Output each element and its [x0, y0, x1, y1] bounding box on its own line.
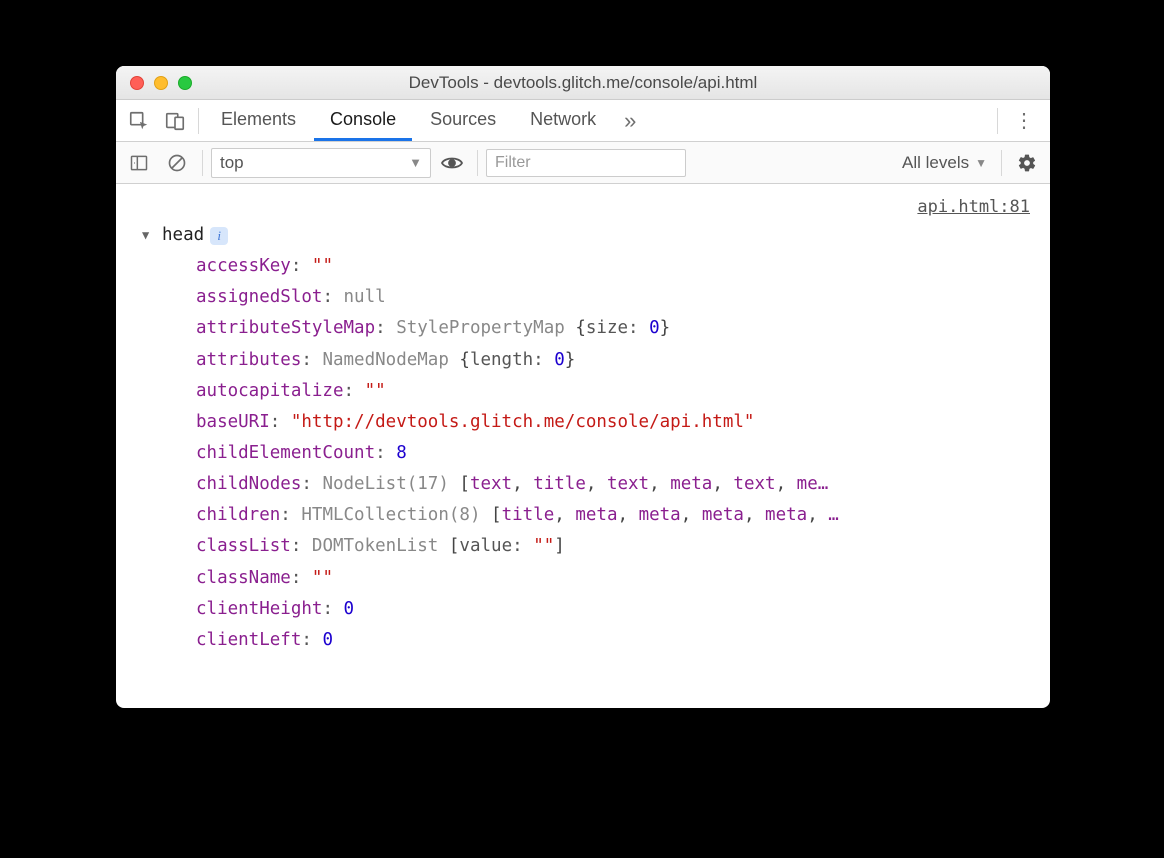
property-row: baseURI: "http://devtools.glitch.me/cons…	[196, 407, 1032, 438]
source-link[interactable]: api.html:81	[917, 192, 1030, 222]
filter-input[interactable]	[486, 149, 686, 177]
property-row[interactable]: ▶classList: DOMTokenList [value: ""]	[196, 531, 1032, 562]
tab-sources[interactable]: Sources	[414, 100, 512, 141]
chevron-down-icon: ▼	[975, 156, 987, 170]
divider	[198, 108, 199, 134]
property-value: ""	[312, 568, 333, 588]
context-selector[interactable]: top ▼	[211, 148, 431, 178]
sidebar-toggle-icon[interactable]	[122, 146, 156, 180]
property-value: null	[344, 287, 386, 307]
tab-network[interactable]: Network	[514, 100, 612, 141]
divider	[477, 150, 478, 176]
logged-object: ▼ head i accessKey: ""assignedSlot: null…	[142, 220, 1032, 656]
property-type: NamedNodeMap	[322, 350, 459, 370]
tab-elements[interactable]: Elements	[205, 100, 312, 141]
panel-tabs: Elements Console Sources Network »	[205, 100, 646, 141]
devtools-window: DevTools - devtools.glitch.me/console/ap…	[116, 66, 1050, 708]
property-value: 8	[396, 443, 407, 463]
property-row: className: ""	[196, 563, 1032, 594]
close-window-button[interactable]	[130, 76, 144, 90]
chevron-down-icon: ▼	[409, 155, 422, 170]
property-row: autocapitalize: ""	[196, 376, 1032, 407]
property-value: ""	[312, 256, 333, 276]
property-row[interactable]: ▶children: HTMLCollection(8) [title, met…	[196, 500, 1032, 531]
property-row[interactable]: ▶childNodes: NodeList(17) [text, title, …	[196, 469, 1032, 500]
context-value: top	[220, 153, 244, 173]
property-key: attributes	[196, 350, 301, 370]
divider	[997, 108, 998, 134]
object-name: head	[162, 220, 204, 251]
property-type: DOMTokenList	[312, 536, 449, 556]
property-value: 0	[322, 630, 333, 650]
property-key: childElementCount	[196, 443, 375, 463]
property-row: clientHeight: 0	[196, 594, 1032, 625]
object-properties: accessKey: ""assignedSlot: null▶attribut…	[196, 251, 1032, 656]
property-row: accessKey: ""	[196, 251, 1032, 282]
property-row[interactable]: ▶attributeStyleMap: StylePropertyMap {si…	[196, 313, 1032, 344]
inspect-icon[interactable]	[122, 104, 156, 138]
levels-label: All levels	[902, 153, 969, 173]
window-title: DevTools - devtools.glitch.me/console/ap…	[116, 73, 1050, 93]
divider	[1001, 150, 1002, 176]
property-key: childNodes	[196, 474, 301, 494]
divider	[202, 150, 203, 176]
log-levels-selector[interactable]: All levels ▼	[896, 153, 993, 173]
property-type: StylePropertyMap	[396, 318, 575, 338]
zoom-window-button[interactable]	[178, 76, 192, 90]
property-key: attributeStyleMap	[196, 318, 375, 338]
property-key: className	[196, 568, 291, 588]
object-header[interactable]: ▼ head i	[142, 220, 1032, 251]
clear-console-icon[interactable]	[160, 146, 194, 180]
property-key: clientLeft	[196, 630, 301, 650]
property-type: NodeList(17)	[322, 474, 459, 494]
settings-gear-icon[interactable]	[1010, 146, 1044, 180]
disclosure-triangle-open-icon[interactable]: ▼	[142, 225, 156, 246]
property-value: ""	[365, 381, 386, 401]
property-value: "http://devtools.glitch.me/console/api.h…	[291, 412, 755, 432]
tab-console[interactable]: Console	[314, 100, 412, 141]
panel-tab-bar: Elements Console Sources Network » ⋮	[116, 100, 1050, 142]
property-key: baseURI	[196, 412, 270, 432]
titlebar: DevTools - devtools.glitch.me/console/ap…	[116, 66, 1050, 100]
property-key: classList	[196, 536, 291, 556]
property-row: childElementCount: 8	[196, 438, 1032, 469]
property-value: 0	[344, 599, 355, 619]
property-row[interactable]: ▶attributes: NamedNodeMap {length: 0}	[196, 345, 1032, 376]
more-tabs-button[interactable]: »	[614, 100, 646, 141]
traffic-lights	[116, 76, 192, 90]
property-row: clientLeft: 0	[196, 625, 1032, 656]
property-type: HTMLCollection(8)	[301, 505, 491, 525]
kebab-menu-icon[interactable]: ⋮	[1004, 108, 1044, 133]
property-key: autocapitalize	[196, 381, 344, 401]
info-badge-icon[interactable]: i	[210, 227, 228, 245]
property-key: children	[196, 505, 280, 525]
property-key: clientHeight	[196, 599, 322, 619]
property-row: assignedSlot: null	[196, 282, 1032, 313]
console-output: api.html:81 ▼ head i accessKey: ""assign…	[116, 184, 1050, 708]
console-toolbar: top ▼ All levels ▼	[116, 142, 1050, 184]
property-key: accessKey	[196, 256, 291, 276]
property-key: assignedSlot	[196, 287, 322, 307]
device-toggle-icon[interactable]	[158, 104, 192, 138]
minimize-window-button[interactable]	[154, 76, 168, 90]
live-expression-icon[interactable]	[435, 148, 469, 178]
